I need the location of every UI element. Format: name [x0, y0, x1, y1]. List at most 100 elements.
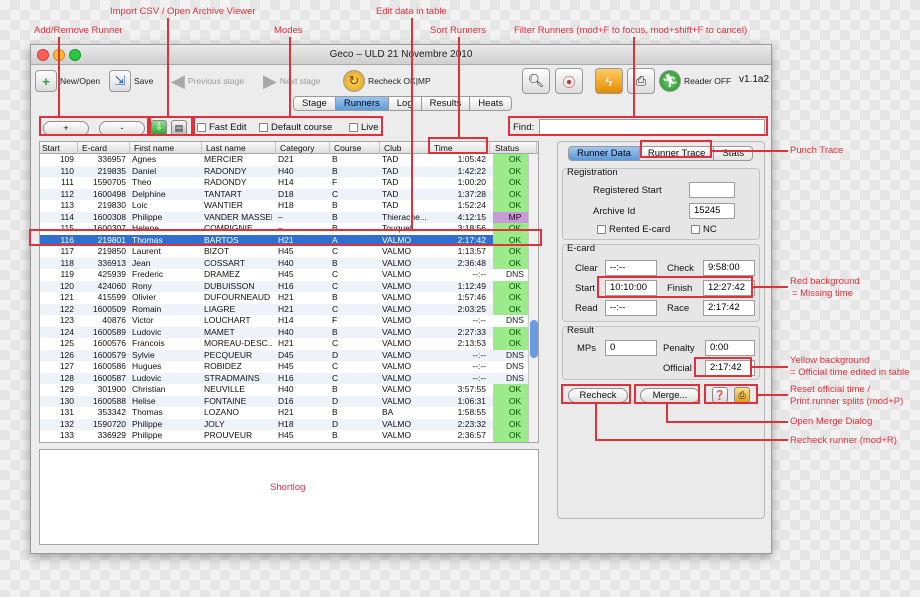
- read-field[interactable]: [605, 300, 657, 316]
- table-cell[interactable]: 1600587: [80, 373, 126, 385]
- table-cell[interactable]: ROBIDEZ: [204, 361, 272, 373]
- scrollbar-thumb[interactable]: [530, 320, 538, 358]
- table-cell[interactable]: TAD: [382, 177, 426, 189]
- table-cell[interactable]: Thierache...: [382, 212, 426, 224]
- table-cell[interactable]: 2:03:25: [432, 304, 486, 316]
- table-cell[interactable]: D: [332, 396, 376, 408]
- table-cell[interactable]: VALMO: [382, 281, 426, 293]
- table-cell[interactable]: VALMO: [382, 419, 426, 431]
- table-cell[interactable]: 117: [40, 246, 74, 258]
- table-cell[interactable]: VANDER MASSEN: [204, 212, 272, 224]
- table-cell[interactable]: Sylvie: [132, 350, 198, 362]
- table-cell[interactable]: 132: [40, 419, 74, 431]
- table-cell[interactable]: POITEL: [204, 442, 272, 443]
- table-cell[interactable]: Rony: [132, 281, 198, 293]
- tab-runner-data[interactable]: Runner Data: [568, 146, 640, 161]
- table-cell[interactable]: 1:57:46: [432, 292, 486, 304]
- column-header[interactable]: Status: [493, 142, 537, 154]
- table-cell[interactable]: VALMO: [382, 384, 426, 396]
- table-row[interactable]: 112 1600498 Delphine TANTART D18 C TAD 1:37:28 O…: [40, 188, 538, 201]
- table-cell[interactable]: 1600498: [80, 189, 126, 201]
- table-cell[interactable]: 130: [40, 396, 74, 408]
- table-cell[interactable]: 1:06:31: [432, 396, 486, 408]
- table-cell[interactable]: VALMO: [382, 373, 426, 385]
- table-cell[interactable]: Delphine: [132, 189, 198, 201]
- table-cell[interactable]: Agnes: [132, 154, 198, 166]
- table-cell[interactable]: H45: [278, 442, 326, 443]
- table-cell[interactable]: B: [332, 223, 376, 235]
- column-header[interactable]: Start: [40, 142, 78, 154]
- print-splits-button[interactable]: ⎙: [734, 387, 750, 403]
- table-cell[interactable]: H40: [278, 384, 326, 396]
- table-cell[interactable]: 116: [40, 235, 74, 247]
- column-header[interactable]: Category: [278, 142, 330, 154]
- table-cell[interactable]: B: [332, 258, 376, 270]
- table-cell[interactable]: 4:12:15: [432, 212, 486, 224]
- table-cell[interactable]: 109: [40, 154, 74, 166]
- table-cell[interactable]: C: [332, 269, 376, 281]
- table-cell[interactable]: Daniel: [132, 166, 198, 178]
- table-cell[interactable]: 119: [40, 269, 74, 281]
- check-field[interactable]: [703, 260, 755, 276]
- table-cell[interactable]: COSSART: [204, 258, 272, 270]
- table-cell[interactable]: C: [332, 246, 376, 258]
- table-cell[interactable]: 1590705: [80, 177, 126, 189]
- table-cell[interactable]: 1:37:28: [432, 189, 486, 201]
- table-cell[interactable]: 111: [40, 177, 74, 189]
- table-row[interactable]: 120 424060 Rony DUBUISSON H16 C VALMO 1:12:49 OK: [40, 280, 538, 293]
- table-cell[interactable]: B: [332, 292, 376, 304]
- table-cell[interactable]: H18: [278, 419, 326, 431]
- table-cell[interactable]: VALMO: [382, 235, 426, 247]
- tab-runners[interactable]: Runners: [335, 96, 389, 111]
- table-cell[interactable]: 1:52:24: [432, 200, 486, 212]
- table-cell[interactable]: H40: [278, 258, 326, 270]
- table-cell[interactable]: B: [332, 384, 376, 396]
- table-cell[interactable]: 336957: [80, 154, 126, 166]
- table-cell[interactable]: Jean: [132, 258, 198, 270]
- column-header[interactable]: Course: [332, 142, 380, 154]
- table-cell[interactable]: TAD: [382, 154, 426, 166]
- column-header[interactable]: Club: [382, 142, 430, 154]
- table-row[interactable]: 115 1600307 Helene COMPIGNIE – B Touquet... 3:1…: [40, 223, 538, 235]
- table-cell[interactable]: A: [332, 235, 376, 247]
- table-cell[interactable]: Ludovic: [132, 373, 198, 385]
- table-cell[interactable]: Olivier: [132, 292, 198, 304]
- antenna-button[interactable]: ⦿: [555, 67, 583, 95]
- table-row[interactable]: 129 301900 Christian NEUVILLE H40 B VALMO 3:57:…: [40, 384, 538, 396]
- table-row[interactable]: 121 415599 Olivier DUFOURNEAUD H21 B VALMO 1:57…: [40, 292, 538, 304]
- table-row[interactable]: 124 1600589 Ludovic MAMET H40 B VALMO 2:27:33 OK: [40, 326, 538, 339]
- table-cell[interactable]: FONTAINE: [204, 396, 272, 408]
- table-cell[interactable]: VALMO: [382, 361, 426, 373]
- table-cell[interactable]: LOZANO: [204, 407, 272, 419]
- table-cell[interactable]: 1:05:42: [432, 154, 486, 166]
- table-cell[interactable]: H21: [278, 235, 326, 247]
- table-cell[interactable]: 1600589: [80, 327, 126, 339]
- table-cell[interactable]: 219801: [80, 235, 126, 247]
- table-row[interactable]: 125 1600576 Francois MOREAU-DESC... H21 C VALM…: [40, 338, 538, 350]
- table-cell[interactable]: Touquet...: [382, 223, 426, 235]
- table-cell[interactable]: Thomas: [132, 407, 198, 419]
- table-cell[interactable]: 424060: [80, 281, 126, 293]
- table-cell[interactable]: VALMO: [382, 269, 426, 281]
- table-cell[interactable]: D18: [278, 189, 326, 201]
- table-cell[interactable]: H16: [278, 373, 326, 385]
- table-row[interactable]: 117 219850 Laurent BIZOT H45 C VALMO 1:13:57 OK: [40, 246, 538, 258]
- fast-edit-checkbox[interactable]: Fast Edit: [197, 122, 247, 133]
- clear-field[interactable]: [605, 260, 657, 276]
- reader-button[interactable]: 🏃︎ Reader OFF: [659, 67, 731, 95]
- table-cell[interactable]: 3:18:56: [432, 223, 486, 235]
- table-cell[interactable]: Romain: [132, 304, 198, 316]
- table-cell[interactable]: TAD: [382, 166, 426, 178]
- table-cell[interactable]: B: [332, 166, 376, 178]
- table-cell[interactable]: TAD: [382, 200, 426, 212]
- tab-runner-trace[interactable]: Runner Trace: [639, 146, 715, 161]
- previous-stage-button[interactable]: ◀ Previous stage: [171, 67, 244, 95]
- table-cell[interactable]: H21: [278, 338, 326, 350]
- new-open-button[interactable]: + New/Open: [35, 67, 100, 95]
- table-cell[interactable]: VALMO: [382, 292, 426, 304]
- table-cell[interactable]: 2:13:53: [432, 338, 486, 350]
- recheck-runner-button[interactable]: Recheck: [568, 388, 628, 403]
- table-cell[interactable]: D45: [278, 350, 326, 362]
- table-cell[interactable]: 2:27:33: [432, 327, 486, 339]
- save-button[interactable]: ⇲ Save: [109, 67, 153, 95]
